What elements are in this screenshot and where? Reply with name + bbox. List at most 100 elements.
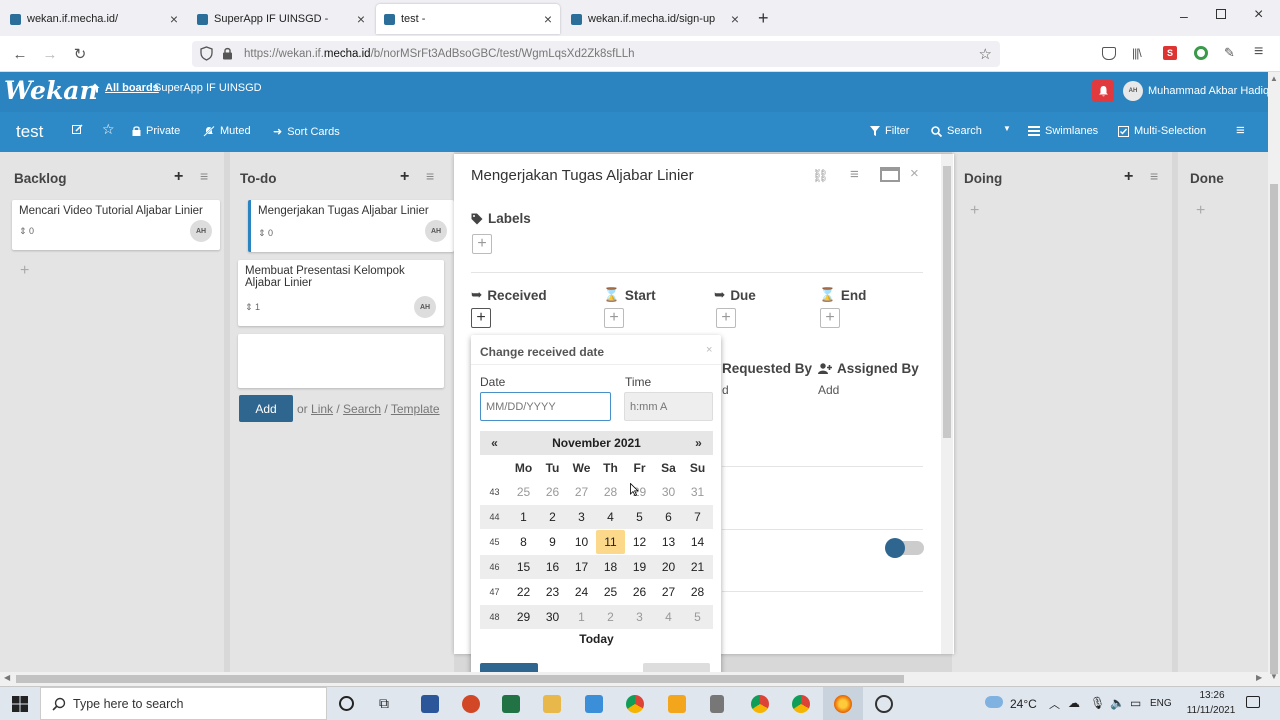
weather-cloud-icon[interactable] bbox=[985, 696, 1003, 708]
forward-arrow-icon[interactable]: → bbox=[40, 44, 60, 64]
calendar-day[interactable]: 30 bbox=[538, 605, 567, 629]
extension-pen-icon[interactable]: ✎ bbox=[1224, 45, 1235, 61]
new-tab-button[interactable]: + bbox=[758, 8, 769, 29]
windows-start-icon[interactable] bbox=[12, 696, 28, 712]
excel-app-icon[interactable] bbox=[502, 695, 520, 713]
list-title[interactable]: Done bbox=[1190, 171, 1224, 186]
add-card-icon[interactable]: + bbox=[1196, 202, 1205, 220]
scroll-down-arrow-icon[interactable]: ▼ bbox=[1270, 672, 1278, 681]
tray-chevron-icon[interactable]: ︿ bbox=[1049, 696, 1060, 712]
search-card-link[interactable]: Search bbox=[343, 402, 381, 416]
taskbar-search-box[interactable]: Type here to search bbox=[40, 687, 327, 720]
calendar-day[interactable]: 30 bbox=[654, 480, 683, 504]
scrollbar-thumb[interactable] bbox=[943, 166, 951, 438]
sort-cards-button[interactable]: ➜ Sort Cards bbox=[273, 125, 340, 139]
calendar-day[interactable]: 4 bbox=[654, 605, 683, 629]
mail-app-icon[interactable] bbox=[585, 695, 603, 713]
add-start-date-button[interactable]: + bbox=[604, 308, 624, 328]
calendar-day[interactable]: 19 bbox=[625, 555, 654, 579]
browser-menu-icon[interactable]: ≡ bbox=[1254, 43, 1263, 61]
browser-tab[interactable]: wekan.if.mecha.id/ × bbox=[2, 4, 186, 34]
close-tab-icon[interactable]: × bbox=[357, 11, 365, 27]
calendar-day[interactable]: 3 bbox=[625, 605, 654, 629]
task-view-icon[interactable]: ⧉ bbox=[379, 695, 389, 712]
board-title[interactable]: test bbox=[16, 122, 43, 142]
list-title[interactable]: To-do bbox=[240, 171, 276, 186]
swimlanes-view-button[interactable]: Swimlanes bbox=[1028, 125, 1098, 137]
calendar-day[interactable]: 29 bbox=[509, 605, 538, 629]
powerpoint-app-icon[interactable] bbox=[462, 695, 480, 713]
calendar-day[interactable]: 18 bbox=[596, 555, 625, 579]
wekan-logo[interactable]: Wekan bbox=[4, 76, 98, 105]
cloud-icon[interactable]: ☁ bbox=[1068, 696, 1080, 710]
browser-tab[interactable]: wekan.if.mecha.id/sign-up × bbox=[563, 4, 747, 34]
add-card-icon[interactable]: + bbox=[1124, 168, 1133, 186]
calendar-day[interactable]: 23 bbox=[538, 580, 567, 604]
horizontal-scrollbar[interactable]: ◀ ▶ bbox=[0, 672, 1268, 686]
template-card-link[interactable]: Template bbox=[391, 402, 440, 416]
calendar-day[interactable]: 7 bbox=[683, 505, 712, 529]
chrome-profile-icon[interactable] bbox=[792, 695, 810, 713]
usb-app-icon[interactable] bbox=[710, 695, 724, 713]
word-app-icon[interactable] bbox=[421, 695, 439, 713]
speaker-icon[interactable]: 🔈 bbox=[1110, 696, 1125, 710]
scroll-left-arrow-icon[interactable]: ◀ bbox=[4, 673, 10, 682]
calendar-day[interactable]: 17 bbox=[567, 555, 596, 579]
firefox-app-icon[interactable] bbox=[834, 695, 852, 713]
vertical-scrollbar[interactable]: ▲ ▼ bbox=[1268, 72, 1280, 686]
edit-board-icon[interactable] bbox=[72, 124, 83, 135]
close-icon[interactable]: × bbox=[910, 165, 919, 182]
calendar-day[interactable]: 27 bbox=[654, 580, 683, 604]
clock-date[interactable]: 11/11/2021 bbox=[1178, 705, 1244, 716]
file-explorer-icon[interactable] bbox=[543, 695, 561, 713]
add-card-icon[interactable]: + bbox=[20, 262, 29, 280]
link-card-link[interactable]: Link bbox=[311, 402, 333, 416]
calendar-day[interactable]: 15 bbox=[509, 555, 538, 579]
calendar-day[interactable]: 22 bbox=[509, 580, 538, 604]
calendar-day[interactable]: 1 bbox=[509, 505, 538, 529]
today-button[interactable]: Today bbox=[480, 632, 713, 646]
board-breadcrumb-link[interactable]: SuperApp IF UINSGD bbox=[154, 82, 262, 94]
add-card-icon[interactable]: + bbox=[174, 168, 183, 186]
card[interactable]: Membuat Presentasi Kelompok Aljabar Lini… bbox=[238, 260, 444, 326]
next-month-button[interactable]: » bbox=[684, 431, 713, 455]
calendar-day[interactable]: 25 bbox=[596, 580, 625, 604]
user-name[interactable]: Muhammad Akbar Hadiq bbox=[1148, 85, 1269, 97]
browser-tab[interactable]: SuperApp IF UINSGD - × bbox=[189, 4, 373, 34]
url-bar[interactable]: https://wekan.if. mecha.id/b/norMSrFt3AdB… bbox=[192, 41, 1000, 67]
add-card-icon[interactable]: + bbox=[970, 202, 979, 220]
restore-window-button[interactable] bbox=[1216, 9, 1226, 19]
board-menu-icon[interactable]: ≡ bbox=[1236, 122, 1245, 139]
notification-center-icon[interactable] bbox=[1246, 696, 1260, 708]
maximize-icon[interactable] bbox=[880, 167, 900, 182]
list-title[interactable]: Doing bbox=[964, 171, 1002, 186]
time-input[interactable] bbox=[624, 392, 713, 421]
calendar-day[interactable]: 12 bbox=[625, 530, 654, 554]
cortana-icon[interactable] bbox=[339, 696, 354, 711]
list-menu-icon[interactable]: ≡ bbox=[200, 168, 208, 184]
minimize-window-button[interactable]: – bbox=[1180, 8, 1188, 24]
list-menu-icon[interactable]: ≡ bbox=[426, 168, 434, 184]
chrome-app-icon[interactable] bbox=[626, 695, 644, 713]
multi-selection-button[interactable]: Multi-Selection bbox=[1118, 125, 1206, 137]
microphone-icon[interactable]: 🎙 bbox=[1090, 696, 1105, 710]
scrollbar-thumb[interactable] bbox=[16, 675, 904, 683]
extension-circle-icon[interactable] bbox=[1194, 46, 1208, 60]
card-details-title[interactable]: Mengerjakan Tugas Aljabar Linier bbox=[471, 167, 694, 184]
close-tab-icon[interactable]: × bbox=[731, 11, 739, 27]
add-due-date-button[interactable]: + bbox=[716, 308, 736, 328]
card[interactable]: Mencari Video Tutorial Aljabar Linier ⇕ … bbox=[12, 200, 220, 250]
calendar-day[interactable]: 3 bbox=[567, 505, 596, 529]
add-end-date-button[interactable]: + bbox=[820, 308, 840, 328]
bookmark-star-icon[interactable]: ☆ bbox=[979, 45, 992, 63]
pocket-icon[interactable] bbox=[1102, 47, 1116, 60]
search-button[interactable]: Search bbox=[931, 125, 982, 137]
close-tab-icon[interactable]: × bbox=[170, 11, 178, 27]
calendar-day[interactable]: 9 bbox=[538, 530, 567, 554]
reload-icon[interactable]: ↻ bbox=[70, 44, 90, 64]
weather-temp[interactable]: 24°C bbox=[1010, 697, 1037, 711]
calendar-day[interactable]: 8 bbox=[509, 530, 538, 554]
library-icon[interactable]: |||\ bbox=[1132, 46, 1142, 60]
star-board-icon[interactable]: ☆ bbox=[102, 121, 115, 138]
calendar-day[interactable]: 2 bbox=[538, 505, 567, 529]
